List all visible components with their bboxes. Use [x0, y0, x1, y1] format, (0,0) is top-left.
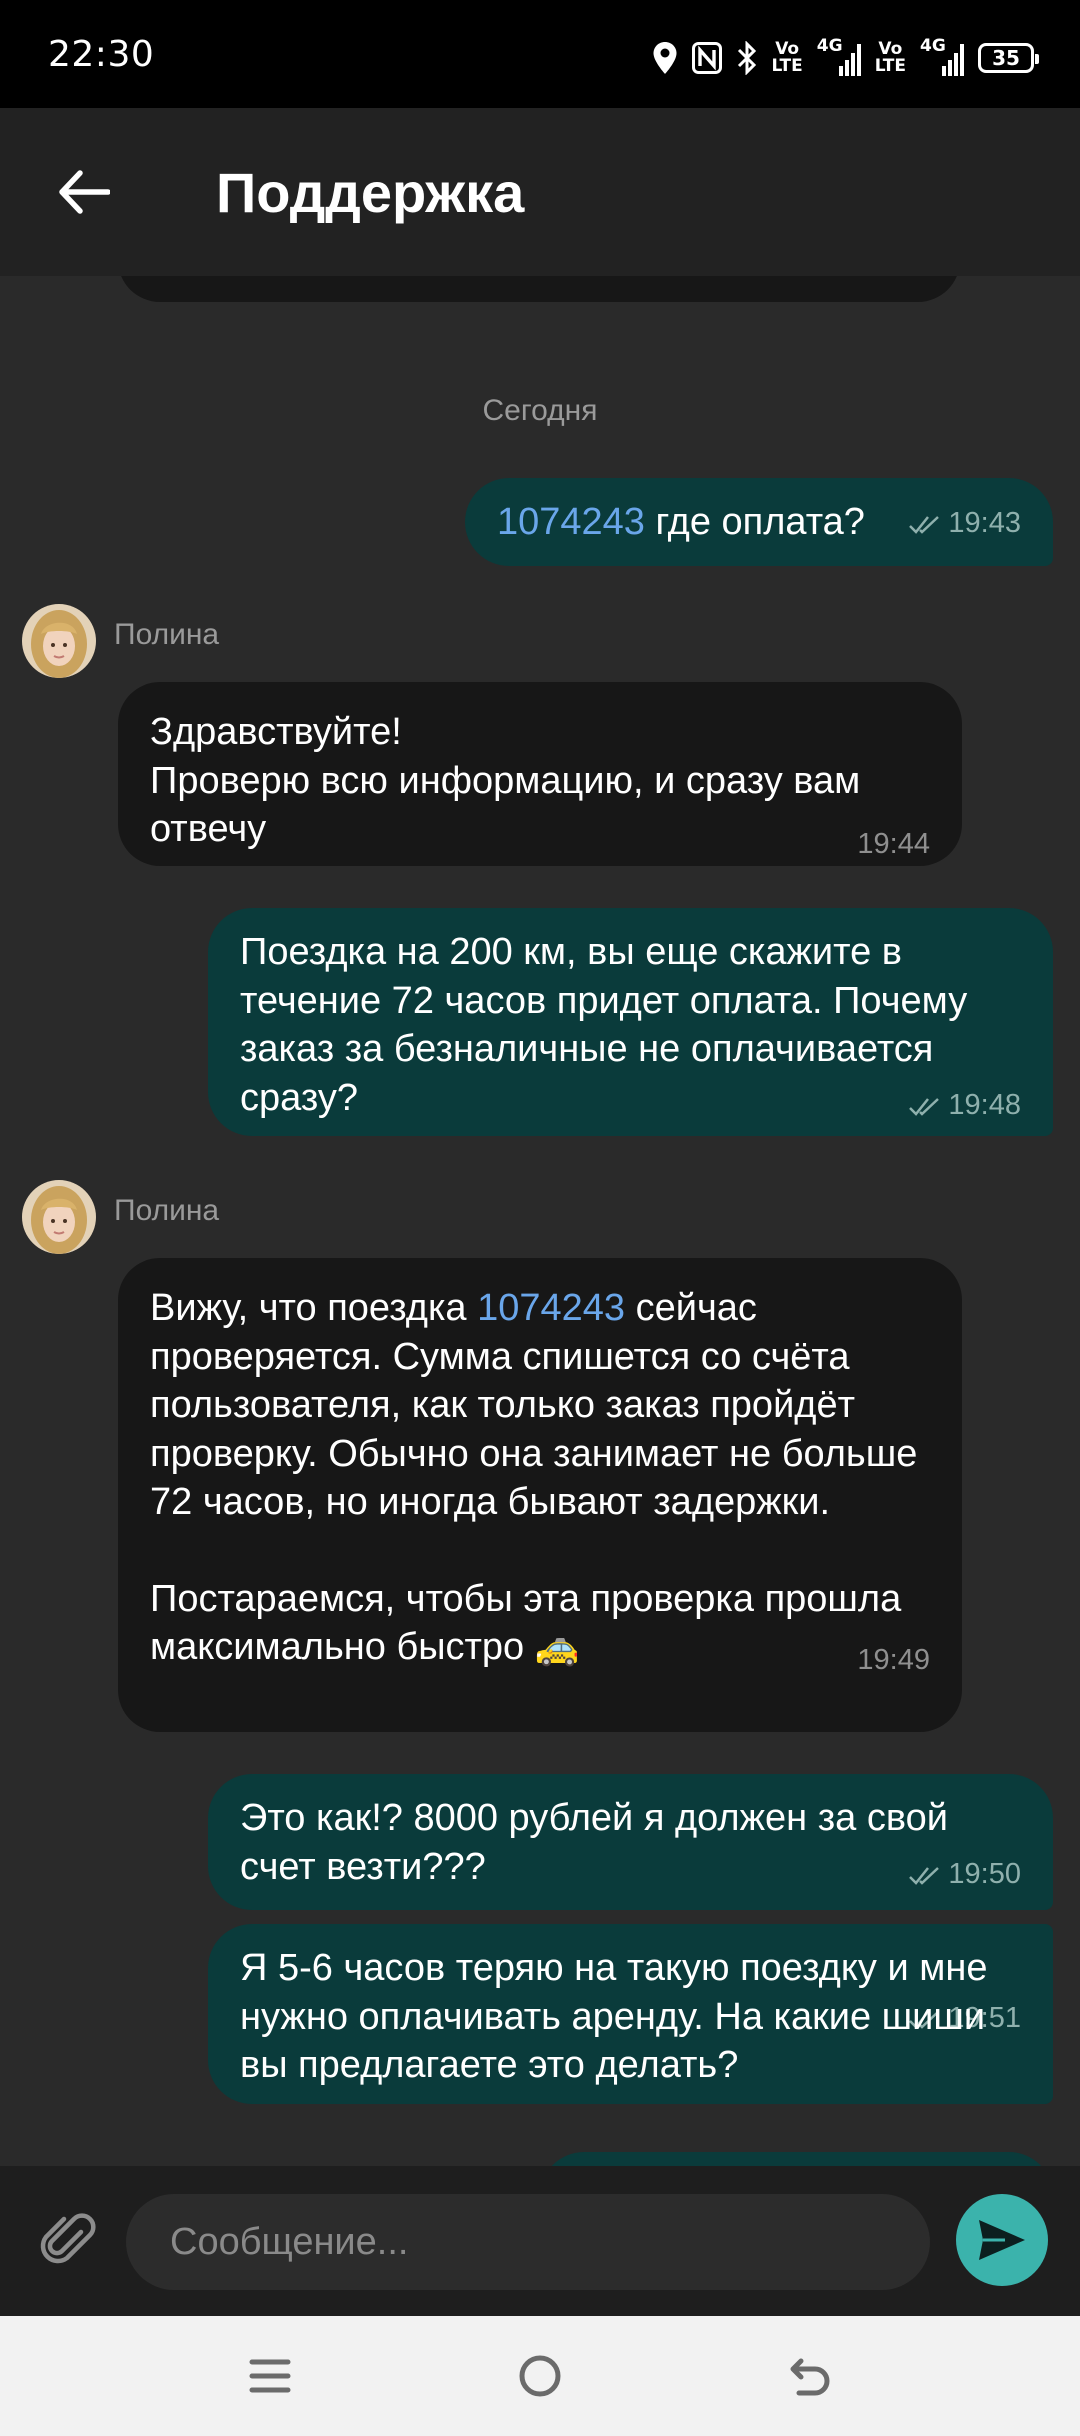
- message-meta: 19:43: [908, 506, 1021, 540]
- outgoing-message[interactable]: Поездка на 200 км, вы еще скажите в тече…: [208, 908, 1053, 1136]
- message-text: Поездка на 200 км, вы еще скажите в тече…: [240, 931, 968, 1119]
- system-navigation-bar: [0, 2316, 1080, 2436]
- paperclip-icon: [40, 2213, 96, 2264]
- nfc-icon: [691, 42, 722, 74]
- message-meta: 19:50: [908, 1857, 1021, 1891]
- bluetooth-icon: [736, 41, 758, 75]
- top-app-bar: Поддержка: [0, 108, 1080, 276]
- attach-button[interactable]: [40, 2210, 102, 2272]
- message-time: 19:48: [948, 1088, 1021, 1121]
- next-message-bubble: [540, 2152, 1053, 2166]
- message-composer: [0, 2166, 1080, 2316]
- volte-bottom-text: LTE: [874, 56, 906, 76]
- status-time: 22:30: [48, 34, 155, 75]
- outgoing-message[interactable]: Я 5-6 часов теряю на такую поездку и мне…: [208, 1924, 1053, 2104]
- back-button[interactable]: [52, 160, 116, 224]
- message-time: 19:44: [857, 828, 930, 860]
- battery-icon: 35: [978, 43, 1039, 73]
- avatar[interactable]: [22, 1180, 96, 1254]
- battery-level: 35: [992, 46, 1020, 70]
- status-icons: Vo LTE 4G Vo LTE 4G 35: [652, 36, 1039, 80]
- message-text-line: Проверю всю информацию, и сразу вам отве…: [150, 759, 861, 851]
- taxi-emoji: 🚕: [534, 1627, 580, 1668]
- arrow-left-icon: [59, 170, 110, 214]
- avatar[interactable]: [22, 604, 96, 678]
- home-icon: [519, 2355, 561, 2397]
- outgoing-message[interactable]: Это как!? 8000 рублей я должен за свой с…: [208, 1774, 1053, 1910]
- home-button[interactable]: [510, 2346, 570, 2406]
- order-link[interactable]: 1074243: [477, 1287, 625, 1329]
- message-text: Постараемся, чтобы эта проверка прошла м…: [150, 1577, 902, 1669]
- double-check-icon: [909, 1097, 940, 1116]
- double-check-icon: [909, 516, 940, 534]
- message-input-container[interactable]: [126, 2194, 930, 2290]
- message-text-line: Здравствуйте!: [150, 711, 402, 753]
- message-text: Вижу, что поездка: [150, 1287, 478, 1329]
- message-time: 19:50: [948, 1857, 1021, 1890]
- send-icon: [979, 2220, 1025, 2260]
- volte-icon-2: Vo LTE: [875, 41, 906, 75]
- message-meta: 19:48: [908, 1088, 1021, 1122]
- back-nav-button[interactable]: [780, 2346, 840, 2406]
- signal-4g-icon: 4G: [817, 38, 861, 78]
- page-title: Поддержка: [216, 161, 525, 224]
- message-text: Это как!? 8000 рублей я должен за свой с…: [240, 1797, 948, 1888]
- message-time: 19:43: [948, 507, 1021, 539]
- recents-button[interactable]: [240, 2346, 300, 2406]
- volte-bottom-text: LTE: [771, 56, 803, 76]
- sender-name: Полина: [114, 618, 220, 651]
- send-button[interactable]: [956, 2194, 1048, 2286]
- outgoing-message[interactable]: 1074243 где оплата? 19:43: [465, 478, 1053, 566]
- incoming-message[interactable]: Здравствуйте! Проверю всю информацию, и …: [118, 682, 962, 866]
- chat-message-list[interactable]: Сегодня 1074243 где оплата? 19:43 Полина…: [0, 276, 1080, 2166]
- incoming-message[interactable]: Вижу, что поездка 1074243 сейчас проверя…: [118, 1258, 962, 1732]
- double-check-icon: [909, 1866, 940, 1885]
- back-icon: [790, 2358, 830, 2396]
- message-time: 19:49: [857, 1644, 930, 1676]
- message-text: Я 5-6 часов теряю на такую поездку и мне…: [240, 1947, 988, 2086]
- previous-message-bubble: [118, 276, 960, 302]
- menu-icon: [249, 2359, 291, 2393]
- status-bar: 22:30 Vo LTE 4G Vo LTE 4G 35: [0, 0, 1080, 108]
- location-icon: [652, 41, 678, 75]
- date-separator: Сегодня: [482, 394, 598, 427]
- sender-name: Полина: [114, 1194, 220, 1227]
- message-text: где оплата?: [644, 501, 865, 543]
- order-link[interactable]: 1074243: [497, 501, 645, 543]
- volte-icon: Vo LTE: [772, 41, 803, 75]
- signal-4g-icon-2: 4G: [920, 38, 964, 78]
- message-input[interactable]: [168, 2219, 888, 2265]
